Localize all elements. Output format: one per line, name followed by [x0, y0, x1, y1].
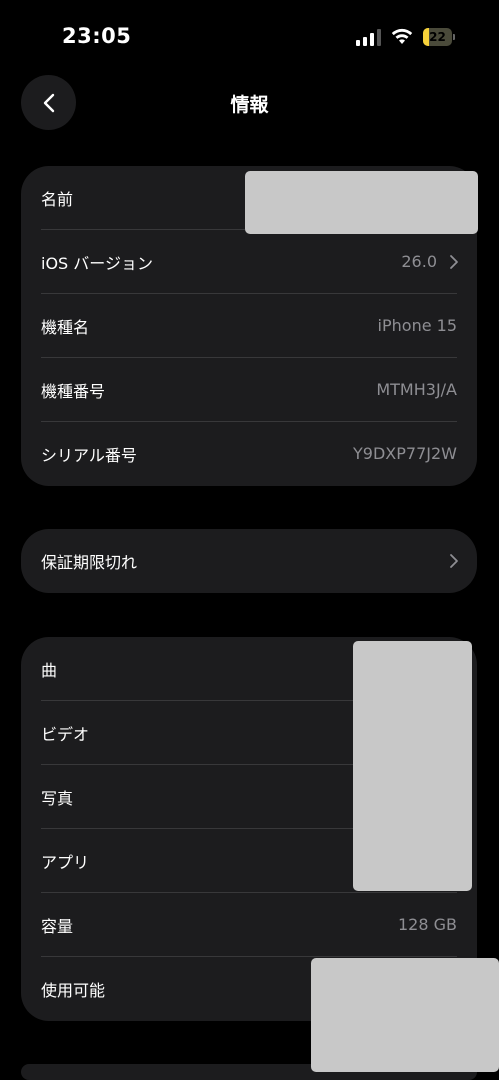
row-label: iOS バージョン — [41, 254, 153, 273]
row-label: 曲 — [41, 661, 58, 680]
chevron-right-icon — [450, 255, 458, 269]
page-title: 情報 — [230, 94, 269, 116]
row-label: アプリ — [41, 853, 90, 872]
status-time: 23:05 — [62, 24, 132, 48]
serial-number-value: Y9DXP77J2W — [353, 444, 457, 463]
row-label: 保証期限切れ — [41, 553, 138, 572]
capacity-row: 容量 128 GB — [21, 893, 477, 957]
row-label: シリアル番号 — [41, 446, 137, 465]
row-label: 機種番号 — [41, 382, 106, 401]
model-name-row: 機種名 iPhone 15 — [21, 294, 477, 358]
serial-number-row[interactable]: シリアル番号 Y9DXP77J2W — [21, 422, 477, 486]
ios-version-value: 26.0 — [401, 252, 437, 271]
model-name-value: iPhone 15 — [377, 316, 457, 335]
row-label: 使用可能 — [41, 981, 106, 1000]
status-bar: 23:05 22 — [0, 0, 499, 70]
row-label: ビデオ — [41, 725, 90, 744]
row-label: 写真 — [41, 789, 74, 808]
warranty-row[interactable]: 保証期限切れ — [21, 529, 477, 593]
redaction-block — [245, 171, 478, 234]
row-label: 容量 — [41, 917, 74, 936]
redaction-block — [353, 641, 472, 891]
battery-icon: 22 — [423, 28, 455, 46]
row-label: 機種名 — [41, 318, 90, 337]
model-number-value: MTMH3J/A — [376, 380, 457, 399]
wifi-icon — [391, 28, 413, 44]
model-number-row[interactable]: 機種番号 MTMH3J/A — [21, 358, 477, 422]
signal-icon — [356, 29, 381, 46]
battery-level: 22 — [429, 30, 446, 44]
warranty-group: 保証期限切れ — [21, 529, 477, 593]
chevron-right-icon — [450, 554, 458, 568]
ios-version-row[interactable]: iOS バージョン 26.0 — [21, 230, 477, 294]
capacity-value: 128 GB — [398, 915, 457, 934]
redaction-block — [311, 958, 499, 1072]
row-label: 名前 — [41, 190, 74, 209]
